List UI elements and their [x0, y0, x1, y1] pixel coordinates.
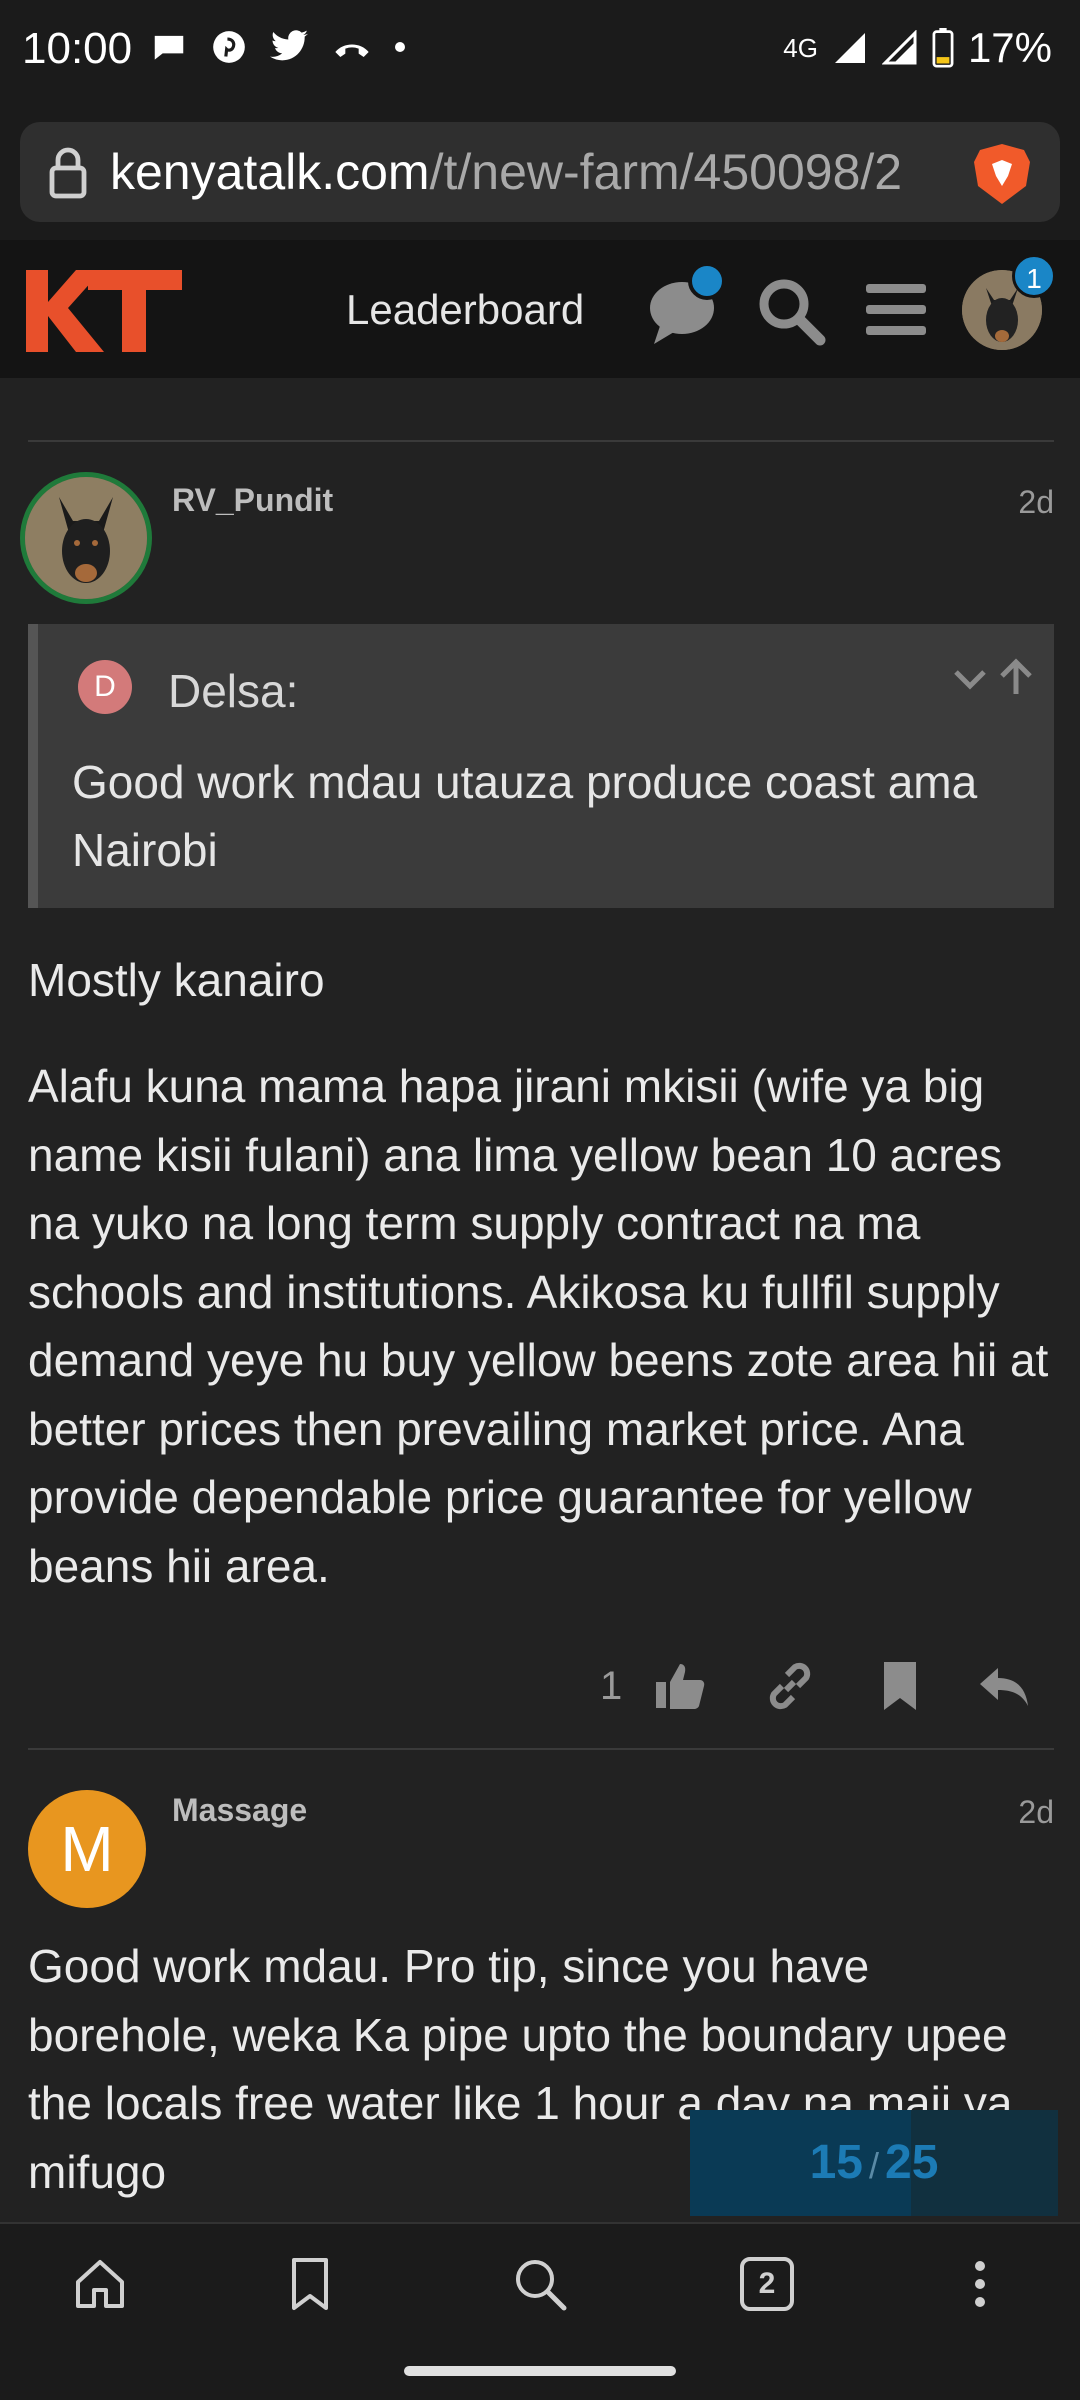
signal-icon	[834, 33, 865, 63]
search-icon[interactable]	[756, 276, 826, 346]
system-icons: 4G 17%	[783, 24, 1052, 72]
divider	[28, 1748, 1054, 1750]
progress-separator: /	[868, 2145, 879, 2186]
topic-progress[interactable]: 15/25	[690, 2110, 1058, 2216]
post-time[interactable]: 2d	[1018, 484, 1054, 521]
quote-text: Good work mdau utauza produce coast ama …	[72, 756, 978, 876]
notification-icons	[150, 28, 406, 66]
browser-toolbar: kenyatalk.com/t/new-farm/450098/2	[0, 104, 1080, 240]
missed-call-icon	[335, 44, 369, 57]
gesture-area	[0, 2342, 1080, 2400]
hamburger-menu-icon[interactable]	[864, 282, 928, 338]
bookmark-icon[interactable]	[872, 1658, 928, 1714]
post-paragraph: Mostly kanairo	[28, 954, 325, 1006]
battery-icon	[932, 28, 954, 68]
quote-block: D Delsa: Good work mdau utauza produce c…	[28, 624, 1054, 908]
chevron-down-icon[interactable]	[948, 658, 992, 702]
post-avatar[interactable]: M	[28, 1790, 146, 1908]
status-time: 10:00	[22, 24, 133, 73]
url-host: kenyatalk.com	[110, 144, 430, 200]
chat-notification-icon	[154, 35, 184, 60]
pinterest-icon	[213, 31, 245, 63]
dot-icon	[395, 42, 405, 52]
doberman-avatar-icon	[25, 477, 147, 599]
post-paragraph: Alafu kuna mama hapa jirani mkisii (wife…	[28, 1060, 1049, 1592]
site-header: Leaderboard	[0, 240, 1080, 378]
more-options-icon[interactable]	[950, 2254, 1010, 2314]
tabs-counter[interactable]: 2	[740, 2257, 794, 2311]
twitter-icon	[270, 30, 309, 61]
notification-badge: 1	[1012, 254, 1056, 298]
search-icon[interactable]	[510, 2254, 570, 2314]
post-avatar[interactable]	[20, 472, 152, 604]
url-text[interactable]: kenyatalk.com/t/new-farm/450098/2	[110, 143, 970, 201]
home-gesture-bar[interactable]	[404, 2366, 676, 2376]
signal-icon-2	[881, 30, 917, 65]
lock-icon[interactable]	[48, 144, 88, 200]
brave-shield-icon[interactable]	[972, 142, 1032, 206]
post-actions: 1	[580, 1650, 1060, 1730]
like-count: 1	[600, 1664, 623, 1708]
arrow-up-icon[interactable]	[994, 654, 1038, 698]
leaderboard-link[interactable]: Leaderboard	[346, 286, 584, 334]
chat-unread-dot	[688, 262, 726, 300]
browser-bottom-bar: 2	[0, 2222, 1080, 2342]
home-icon[interactable]	[70, 2254, 130, 2314]
progress-current: 15	[809, 2136, 863, 2189]
like-icon[interactable]	[652, 1658, 708, 1714]
progress-label: 15/25	[690, 2110, 1058, 2216]
url-path: /t/new-farm/450098/2	[429, 144, 903, 200]
link-icon[interactable]	[762, 1658, 818, 1714]
site-logo[interactable]	[26, 264, 182, 356]
post-time[interactable]: 2d	[1018, 1794, 1054, 1831]
network-type: 4G	[783, 32, 818, 63]
quote-author: Delsa:	[168, 665, 299, 717]
quote-avatar: D	[78, 660, 132, 714]
battery-level: 17%	[967, 24, 1052, 71]
reply-icon[interactable]	[976, 1658, 1032, 1714]
bookmarks-icon[interactable]	[280, 2254, 340, 2314]
post-username[interactable]: RV_Pundit	[172, 482, 333, 519]
address-bar[interactable]: kenyatalk.com/t/new-farm/450098/2	[20, 122, 1060, 222]
divider	[28, 440, 1054, 442]
post-username[interactable]: Massage	[172, 1792, 307, 1829]
status-bar: 10:00 4G 17%	[0, 0, 1080, 104]
progress-total: 25	[885, 2136, 939, 2189]
